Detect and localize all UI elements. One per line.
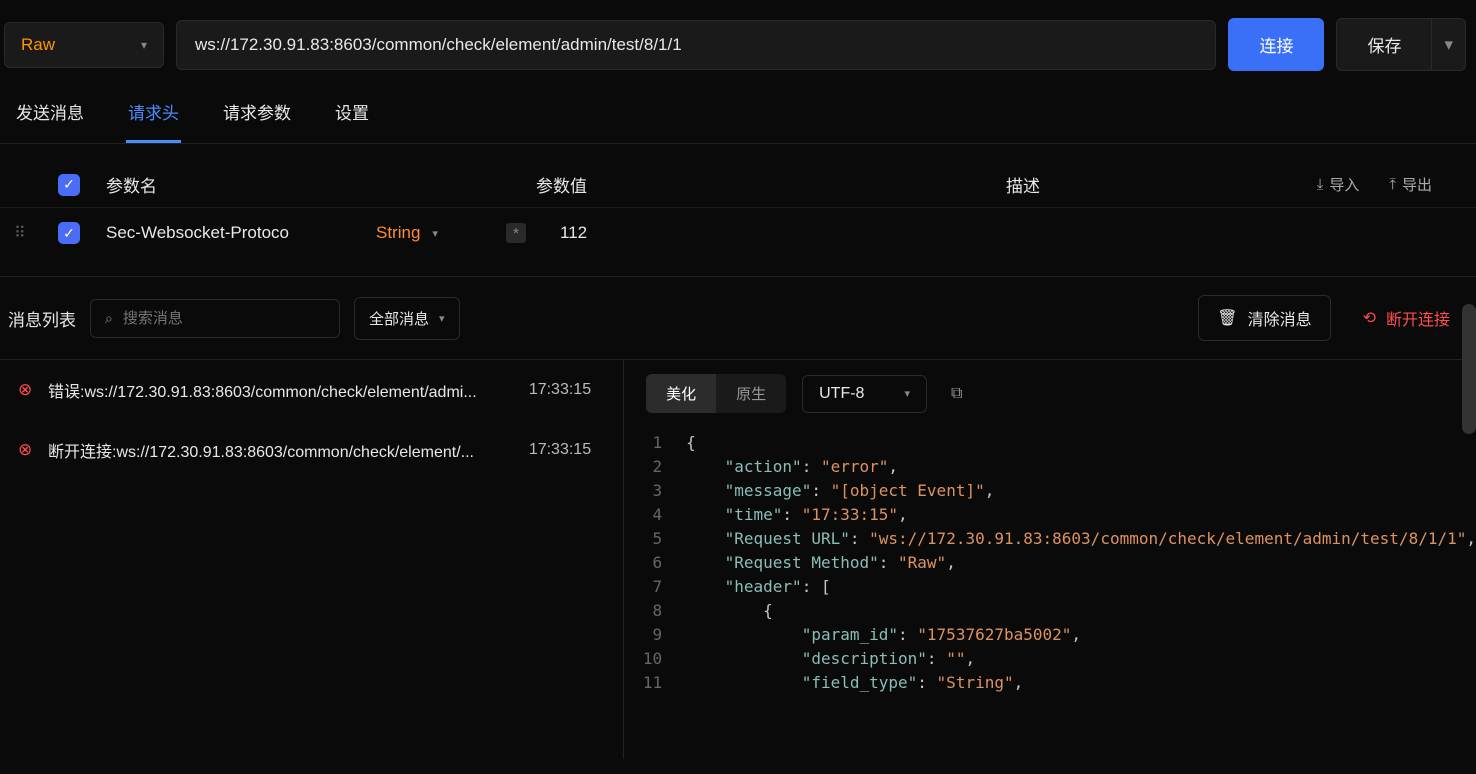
encoding-select[interactable]: UTF-8 ▾ (802, 375, 927, 413)
chevron-down-icon: ▾ (904, 387, 910, 400)
import-button[interactable]: ⤓导入 (1317, 174, 1360, 195)
param-type-select[interactable]: String ▾ (376, 223, 506, 243)
save-button-group: 保存 ▾ (1336, 18, 1466, 71)
column-param-value: 参数值 (536, 172, 1006, 197)
type-label: String (376, 223, 420, 243)
column-param-name: 参数名 (106, 172, 536, 197)
trash-icon: 🗑 (1217, 308, 1237, 328)
format-segment: 美化 原生 (646, 374, 786, 413)
message-text: 错误:ws://172.30.91.83:8603/common/check/e… (48, 378, 529, 402)
scrollbar[interactable] (1462, 304, 1476, 434)
error-icon: ⊗ (18, 440, 48, 460)
column-description: 描述 (1006, 172, 1317, 197)
connect-button[interactable]: 连接 (1228, 18, 1324, 71)
method-label: Raw (21, 35, 55, 55)
drag-handle-icon[interactable]: ⠿ (14, 223, 44, 243)
tab-settings[interactable]: 设置 (333, 89, 371, 143)
headers-section: ✓ 参数名 参数值 描述 ⤓导入 ⤒导出 ⠿ ✓ Sec-Websocket-P… (0, 144, 1476, 276)
message-list-title: 消息列表 (8, 306, 76, 331)
lower-panel: ⊗ 错误:ws://172.30.91.83:8603/common/check… (0, 359, 1476, 759)
disconnect-button[interactable]: ⟲ 断开连接 (1345, 296, 1468, 340)
row-checkbox[interactable]: ✓ (58, 222, 80, 244)
message-toolbar: 消息列表 ⌕ 全部消息 ▾ 🗑 清除消息 ⟲ 断开连接 (0, 276, 1476, 359)
beautify-button[interactable]: 美化 (646, 374, 716, 413)
param-value-cell[interactable]: 112 (526, 223, 587, 243)
copy-button[interactable]: ⧉ (943, 377, 970, 411)
message-time: 17:33:15 (529, 441, 605, 459)
param-name-cell[interactable]: Sec-Websocket-Protoco (106, 223, 376, 243)
chevron-down-icon: ▾ (141, 38, 147, 52)
required-toggle[interactable]: * (506, 223, 526, 243)
raw-button[interactable]: 原生 (716, 374, 786, 413)
export-button[interactable]: ⤒导出 (1389, 174, 1432, 195)
headers-table-head: ✓ 参数名 参数值 描述 ⤓导入 ⤒导出 (0, 162, 1476, 207)
select-all-checkbox[interactable]: ✓ (58, 174, 80, 196)
encoding-label: UTF-8 (819, 385, 864, 403)
url-input-wrapper (176, 20, 1216, 70)
tab-request-params[interactable]: 请求参数 (221, 89, 293, 143)
error-icon: ⊗ (18, 380, 48, 400)
unlink-icon: ⟲ (1363, 308, 1376, 328)
line-gutter: 1234567891011 (624, 431, 676, 759)
upload-icon: ⤒ (1389, 176, 1396, 193)
detail-pane: 美化 原生 UTF-8 ▾ ⧉ 1234567891011 { "action"… (624, 360, 1476, 759)
request-tabs: 发送消息 请求头 请求参数 设置 (0, 81, 1476, 144)
search-box: ⌕ (90, 299, 340, 338)
chevron-down-icon: ▾ (439, 312, 445, 325)
save-dropdown-button[interactable]: ▾ (1432, 18, 1466, 71)
filter-label: 全部消息 (369, 308, 429, 329)
search-icon: ⌕ (105, 310, 113, 327)
table-row: ⠿ ✓ Sec-Websocket-Protoco String ▾ * 112 (0, 207, 1476, 258)
message-list: ⊗ 错误:ws://172.30.91.83:8603/common/check… (0, 360, 624, 759)
tab-request-headers[interactable]: 请求头 (126, 89, 181, 143)
url-input[interactable] (195, 35, 1197, 55)
save-button[interactable]: 保存 (1336, 18, 1432, 71)
code-content[interactable]: { "action": "error", "message": "[object… (676, 431, 1476, 759)
method-select[interactable]: Raw ▾ (4, 22, 164, 68)
clear-messages-button[interactable]: 🗑 清除消息 (1198, 295, 1330, 341)
code-view: 1234567891011 { "action": "error", "mess… (624, 427, 1476, 759)
search-input[interactable] (123, 310, 325, 327)
message-filter-select[interactable]: 全部消息 ▾ (354, 297, 460, 340)
tab-send-message[interactable]: 发送消息 (14, 89, 86, 143)
list-item[interactable]: ⊗ 断开连接:ws://172.30.91.83:8603/common/che… (0, 420, 623, 480)
chevron-down-icon: ▾ (432, 227, 438, 240)
message-time: 17:33:15 (529, 381, 605, 399)
download-icon: ⤓ (1317, 176, 1324, 193)
detail-toolbar: 美化 原生 UTF-8 ▾ ⧉ (624, 360, 1476, 427)
list-item[interactable]: ⊗ 错误:ws://172.30.91.83:8603/common/check… (0, 360, 623, 420)
message-text: 断开连接:ws://172.30.91.83:8603/common/check… (48, 438, 529, 462)
